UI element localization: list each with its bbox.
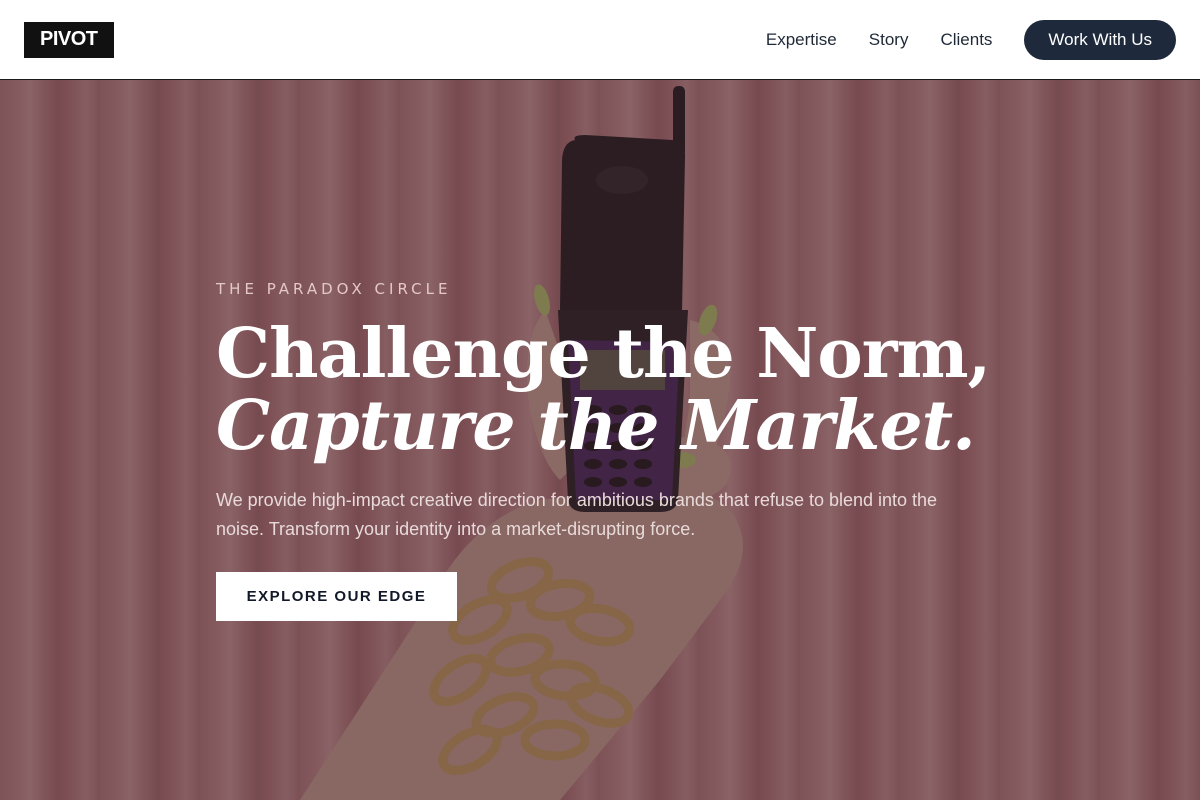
- logo[interactable]: PIVOT: [24, 21, 114, 58]
- work-with-us-button[interactable]: Work With Us: [1024, 19, 1176, 60]
- main-nav: Expertise Story Clients Work With Us: [766, 19, 1176, 60]
- hero-eyebrow: THE PARADOX CIRCLE: [216, 280, 452, 298]
- headline-line-2: Capture the Market.: [216, 386, 976, 466]
- headline-line-1: Challenge the Norm,: [216, 314, 991, 394]
- hero-section: THE PARADOX CIRCLE Challenge the Norm, C…: [0, 80, 1200, 800]
- page: PIVOT Expertise Story Clients Work With …: [0, 0, 1200, 800]
- hero-headline: Challenge the Norm, Capture the Market.: [216, 318, 996, 462]
- nav-link-story[interactable]: Story: [869, 30, 909, 50]
- hero-subtext: We provide high-impact creative directio…: [216, 490, 938, 539]
- nav-link-expertise[interactable]: Expertise: [766, 30, 837, 50]
- hero-content: THE PARADOX CIRCLE Challenge the Norm, C…: [216, 280, 996, 621]
- explore-our-edge-button[interactable]: EXPLORE OUR EDGE: [216, 572, 457, 621]
- site-header: PIVOT Expertise Story Clients Work With …: [0, 0, 1200, 80]
- nav-link-clients[interactable]: Clients: [940, 30, 992, 50]
